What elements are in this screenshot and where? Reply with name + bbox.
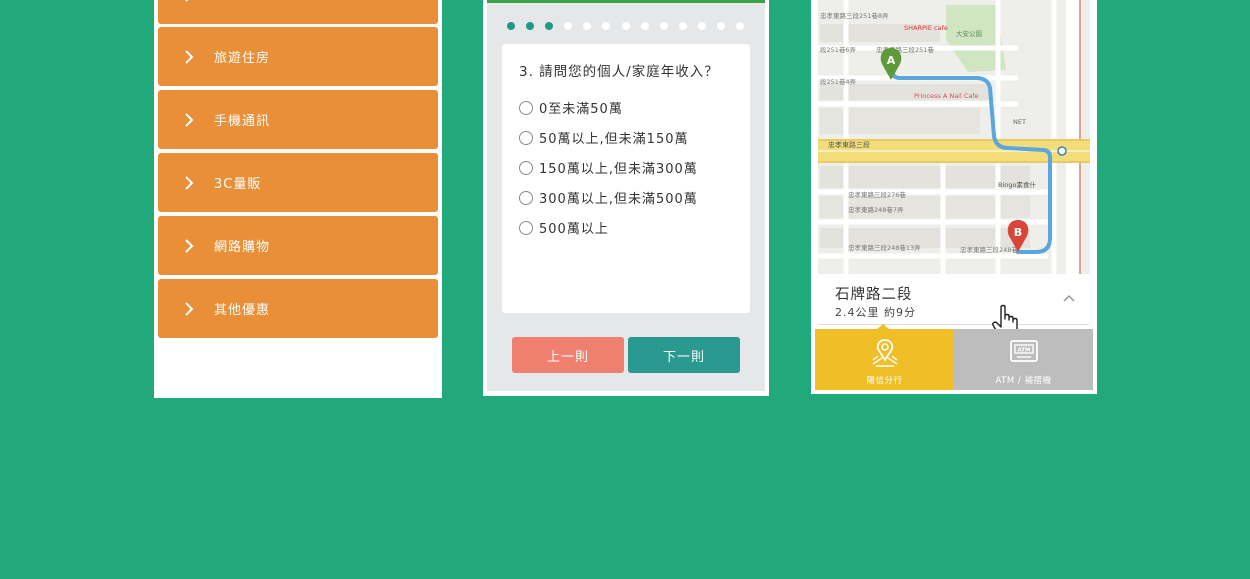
- answer-option[interactable]: 50萬以上,但未滿150萬: [519, 128, 689, 147]
- category-label: 旅遊住房: [214, 51, 271, 66]
- chevron-right-icon: [185, 175, 194, 190]
- tab-label: ATM / 補摺機: [995, 376, 1052, 386]
- category-item-mobile[interactable]: 手機通訊: [158, 90, 438, 149]
- map-label: Princess A Nail Cafe: [914, 92, 979, 100]
- street-map: 忠孝東路三段251巷8弄 段251巷6弄 段251巷4弄 忠孝東路三段251巷 …: [818, 0, 1090, 274]
- branch-name: 石牌路二段: [835, 287, 913, 303]
- map-view[interactable]: 忠孝東路三段251巷8弄 段251巷6弄 段251巷4弄 忠孝東路三段251巷 …: [818, 0, 1090, 274]
- step-dot: [526, 22, 535, 30]
- step-dot: [564, 22, 573, 30]
- map-label: 段251巷4弄: [820, 77, 857, 86]
- map-label: 忠孝東路三段251巷8弄: [820, 11, 889, 20]
- svg-text:B: B: [1014, 226, 1022, 239]
- chevron-right-icon: [185, 0, 188, 2]
- category-item-3c[interactable]: 3C量販: [158, 153, 438, 212]
- map-label: 忠孝東路三段248巷: [960, 245, 1018, 254]
- chevron-up-icon[interactable]: [1063, 294, 1075, 302]
- answer-label: 500萬以上: [539, 222, 609, 237]
- radio-button[interactable]: [519, 130, 533, 145]
- step-dot: [621, 22, 630, 30]
- step-dot: [545, 22, 554, 30]
- question-text: 3. 請問您的個人/家庭年收入？: [519, 64, 719, 80]
- radio-button[interactable]: [519, 220, 533, 235]
- branch-info-card[interactable]: 石牌路二段 2.4公里 約9分: [819, 274, 1089, 339]
- branch-distance: 2.4公里 約9分: [835, 306, 916, 319]
- chevron-right-icon: [185, 238, 194, 253]
- answer-option[interactable]: 500萬以上: [519, 218, 609, 237]
- category-item-travel[interactable]: 旅遊住房: [158, 27, 438, 86]
- step-dot: [717, 22, 726, 30]
- map-label: 忠孝東路248巷7弄: [848, 205, 904, 214]
- tab-notch: [877, 324, 889, 329]
- map-label: Bingo素食什: [998, 180, 1036, 189]
- category-label: 3C量販: [214, 177, 262, 192]
- map-label: 忠孝東路三段276巷: [848, 190, 906, 199]
- answer-option[interactable]: 0至未滿50萬: [519, 98, 623, 117]
- branch-type-tabs: 陽信分行 ATM ATM / 補摺機: [815, 324, 1093, 390]
- map-label: 忠孝東路三段: [828, 140, 870, 149]
- metro-icon: [1057, 146, 1067, 156]
- answer-option[interactable]: 300萬以上,但未滿500萬: [519, 188, 698, 207]
- step-dot: [678, 22, 687, 30]
- radio-button[interactable]: [519, 190, 533, 205]
- step-dot: [659, 22, 668, 30]
- answer-label: 50萬以上,但未滿150萬: [539, 132, 689, 147]
- radio-button[interactable]: [519, 100, 533, 115]
- map-label: SHARPIE cafe: [904, 24, 948, 32]
- answer-label: 300萬以上,但未滿500萬: [539, 192, 698, 207]
- category-panel: 旅遊住房 手機通訊 3C量販 網路購物 其他優惠: [154, 0, 442, 398]
- tab-branch[interactable]: 陽信分行: [815, 324, 954, 390]
- survey-body: 3. 請問您的個人/家庭年收入？ 0至未滿50萬 50萬以上,但未滿150萬 1…: [487, 0, 765, 391]
- step-dot: [736, 22, 745, 30]
- radio-button[interactable]: [519, 160, 533, 175]
- step-dot: [507, 22, 515, 30]
- step-dot: [602, 22, 611, 30]
- answer-label: 150萬以上,但未滿300萬: [539, 162, 698, 177]
- step-dot: [697, 22, 706, 30]
- prev-button[interactable]: 上一則: [512, 337, 624, 373]
- survey-progress-bar: [487, 0, 765, 3]
- chevron-right-icon: [185, 301, 194, 316]
- chevron-right-icon: [185, 112, 194, 127]
- map-label: NET: [1013, 118, 1026, 126]
- answer-option[interactable]: 150萬以上,但未滿300萬: [519, 158, 698, 177]
- question-card: 3. 請問您的個人/家庭年收入？ 0至未滿50萬 50萬以上,但未滿150萬 1…: [502, 44, 750, 313]
- map-pin-icon: [872, 339, 897, 367]
- svg-text:ATM: ATM: [1017, 348, 1030, 354]
- category-label: 其他優惠: [214, 303, 271, 318]
- map-label: 忠孝東路三段248巷13弄: [848, 243, 921, 252]
- category-item-other[interactable]: 其他優惠: [158, 279, 438, 338]
- map-label: 段251巷6弄: [820, 45, 857, 54]
- step-dot: [640, 22, 649, 30]
- answer-label: 0至未滿50萬: [539, 102, 623, 117]
- category-item-partial[interactable]: [158, 0, 438, 24]
- category-label: 手機通訊: [214, 114, 271, 129]
- svg-text:A: A: [887, 54, 896, 67]
- map-label: 大安公園: [956, 29, 982, 38]
- step-dot: [583, 22, 592, 30]
- branch-map-panel: 忠孝東路三段251巷8弄 段251巷6弄 段251巷4弄 忠孝東路三段251巷 …: [811, 0, 1097, 394]
- chevron-right-icon: [185, 49, 194, 64]
- category-item-online-shopping[interactable]: 網路購物: [158, 216, 438, 275]
- tab-atm[interactable]: ATM ATM / 補摺機: [954, 329, 1093, 390]
- step-indicator: [507, 22, 755, 30]
- next-button[interactable]: 下一則: [628, 337, 740, 373]
- atm-icon: ATM: [1009, 340, 1038, 362]
- survey-panel: 3. 請問您的個人/家庭年收入？ 0至未滿50萬 50萬以上,但未滿150萬 1…: [483, 0, 769, 396]
- tab-label: 陽信分行: [866, 376, 903, 386]
- category-label: 網路購物: [214, 240, 271, 255]
